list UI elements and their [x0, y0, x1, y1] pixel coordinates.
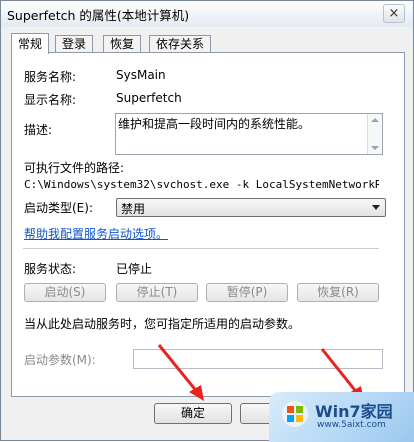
divider: [23, 248, 379, 250]
tab-general[interactable]: 常规: [11, 33, 50, 54]
description-scrollbar[interactable]: [367, 114, 382, 154]
ok-button[interactable]: 确定: [154, 403, 232, 424]
site-watermark: Win7家园 www.5aixt.com: [269, 392, 414, 442]
service-status-value: 已停止: [116, 262, 153, 276]
display-name-label: 显示名称:: [24, 93, 77, 107]
properties-dialog: Superfetch 的属性(本地计算机) × 常规 登录 恢复 依存关系 服务…: [0, 0, 414, 442]
tab-logon[interactable]: 登录: [55, 35, 94, 53]
title-bar[interactable]: Superfetch 的属性(本地计算机) ×: [1, 1, 413, 27]
stop-button[interactable]: 停止(T): [116, 283, 198, 302]
close-icon: ×: [388, 6, 400, 21]
service-name-label: 服务名称:: [24, 70, 77, 84]
watermark-url: www.5aixt.com: [317, 420, 386, 430]
startup-type-value: 禁用: [121, 202, 146, 216]
resume-button[interactable]: 恢复(R): [297, 283, 379, 302]
startup-type-select[interactable]: 禁用: [116, 198, 386, 217]
watermark-brand: Win7家园: [315, 402, 393, 421]
service-name-value: SysMain: [116, 68, 166, 82]
help-configure-link[interactable]: 帮助我配置服务启动选项。: [24, 225, 168, 242]
description-text: 维护和提高一段时间内的系统性能。: [118, 117, 311, 131]
executable-path-label: 可执行文件的路径:: [24, 161, 125, 175]
startup-type-label: 启动类型(E):: [24, 201, 93, 215]
close-button[interactable]: ×: [383, 4, 405, 23]
description-textbox[interactable]: 维护和提高一段时间内的系统性能。: [115, 113, 383, 155]
executable-path-value[interactable]: C:\Windows\system32\svchost.exe -k Local…: [24, 178, 379, 191]
tab-dependencies[interactable]: 依存关系: [149, 35, 212, 53]
description-label: 描述:: [24, 123, 53, 137]
start-params-hint: 当从此处启动服务时，您可指定所适用的启动参数。: [24, 317, 301, 331]
window-title: Superfetch 的属性(本地计算机): [7, 8, 190, 23]
scroll-up-arrow-icon[interactable]: [371, 118, 379, 122]
scroll-down-arrow-icon[interactable]: [371, 146, 379, 150]
start-params-input[interactable]: [133, 349, 383, 369]
general-tab-panel: 服务名称: SysMain 显示名称: Superfetch 描述: 维护和提高…: [11, 52, 405, 397]
pause-button[interactable]: 暂停(P): [206, 283, 288, 302]
dropdown-arrow-icon: [372, 205, 380, 210]
windows-logo-icon: [282, 401, 308, 427]
start-params-label: 启动参数(M):: [24, 353, 96, 367]
tab-recovery[interactable]: 恢复: [103, 35, 142, 53]
service-status-label: 服务状态:: [24, 262, 77, 276]
start-button[interactable]: 启动(S): [24, 283, 106, 302]
display-name-value: Superfetch: [116, 91, 182, 105]
